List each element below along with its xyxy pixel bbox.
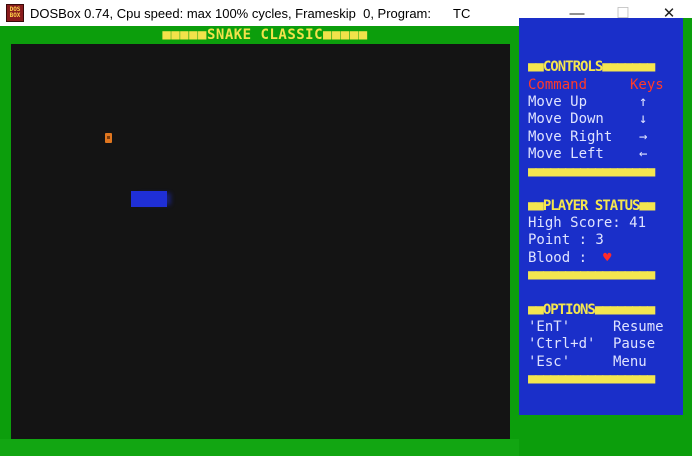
control-move-up: Move Up (528, 94, 588, 110)
command-column-label: Command (528, 77, 588, 93)
option-action-menu: Menu (613, 354, 647, 370)
status-divider: ■■■■■■■■■■■■■■■■■ (528, 267, 655, 283)
option-key-ctrl-d: 'Ctrl+d' (528, 336, 596, 352)
player-status-header: ■■PLAYER STATUS■■ (528, 198, 655, 214)
dosbox-app-icon[interactable]: DOS BOX (6, 4, 24, 22)
option-key-enter: 'EnT' (528, 319, 571, 335)
window-program: TC (453, 5, 471, 21)
window-title: DOSBox 0.74, Cpu speed: max 100% cycles,… (30, 5, 432, 21)
panel-edge (683, 18, 692, 430)
control-move-right: Move Right (528, 129, 613, 145)
app-icon-text: DOS BOX (9, 6, 21, 19)
arrow-left-icon: ← (639, 146, 648, 162)
blood-label: Blood : (528, 250, 596, 266)
high-score-text: High Score: 41 (528, 215, 647, 231)
arrow-down-icon: ↓ (639, 111, 648, 127)
arrow-right-icon: → (639, 129, 648, 145)
options-header: ■■OPTIONS■■■■■■■■ (528, 302, 655, 318)
keys-column-label: Keys (630, 77, 664, 93)
point-text: Point : 3 (528, 232, 604, 248)
snake-body (131, 191, 167, 207)
heart-icon: ♥ (603, 250, 612, 266)
bottom-border (0, 439, 519, 456)
controls-divider: ■■■■■■■■■■■■■■■■■ (528, 164, 655, 180)
controls-header: ■■CONTROLS■■■■■■■ (528, 59, 655, 75)
control-move-left: Move Left (528, 146, 604, 162)
option-action-resume: Resume (613, 319, 664, 335)
game-board (11, 44, 510, 439)
option-action-pause: Pause (613, 336, 656, 352)
game-title: ■■■■■SNAKE CLASSIC■■■■■ (162, 27, 368, 43)
side-panel: ■■CONTROLS■■■■■■■ Command Keys Move Up ↑… (519, 18, 683, 415)
options-divider: ■■■■■■■■■■■■■■■■■ (528, 371, 655, 387)
option-key-esc: 'Esc' (528, 354, 571, 370)
arrow-up-icon: ↑ (639, 94, 648, 110)
food-item (105, 133, 112, 143)
control-move-down: Move Down (528, 111, 604, 127)
